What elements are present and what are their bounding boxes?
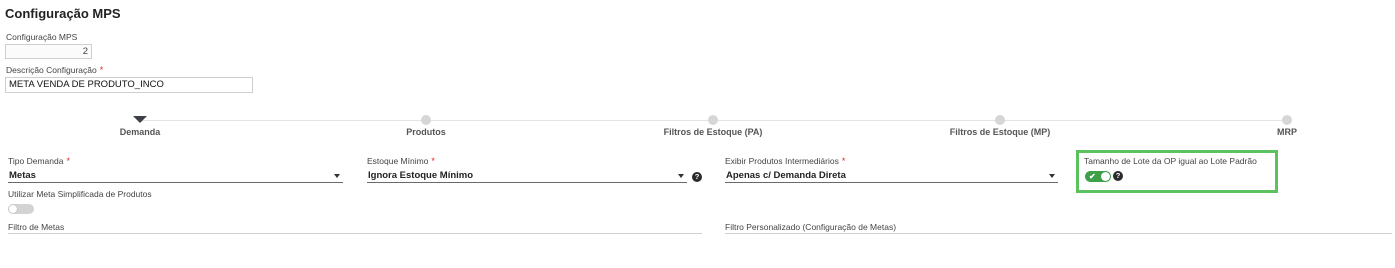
step-dot-filtros-mp[interactable] <box>995 115 1005 125</box>
step-filtros-mp[interactable]: Filtros de Estoque (MP) <box>950 127 1051 137</box>
tamanho-lote-label: Tamanho de Lote da OP igual ao Lote Padr… <box>1084 156 1257 166</box>
required-mark: * <box>431 156 435 166</box>
step-filtros-pa[interactable]: Filtros de Estoque (PA) <box>664 127 763 137</box>
tamanho-lote-toggle[interactable]: ✔ <box>1085 171 1111 182</box>
help-icon[interactable]: ? <box>1113 171 1123 181</box>
filtro-metas-input[interactable] <box>8 233 702 234</box>
tipo-demanda-select[interactable]: Metas <box>8 169 343 183</box>
step-demanda[interactable]: Demanda <box>120 127 161 137</box>
config-mps-label: Configuração MPS <box>6 32 78 42</box>
estoque-minimo-label: Estoque Mínimo * <box>367 156 435 166</box>
exibir-intermediarios-value: Apenas c/ Demanda Direta <box>726 170 846 181</box>
chevron-down-icon <box>334 174 340 178</box>
filtro-metas-label: Filtro de Metas <box>8 222 65 232</box>
description-label-text: Descrição Configuração <box>6 65 97 75</box>
page-title: Configuração MPS <box>5 6 121 21</box>
estoque-minimo-value: Ignora Estoque Mínimo <box>368 170 474 181</box>
exibir-intermediarios-label-text: Exibir Produtos Intermediários <box>725 156 839 166</box>
step-dot-filtros-pa[interactable] <box>708 115 718 125</box>
toggle-knob <box>1101 172 1110 181</box>
tipo-demanda-label-text: Tipo Demanda <box>8 156 64 166</box>
estoque-minimo-label-text: Estoque Mínimo <box>367 156 429 166</box>
required-mark: * <box>841 156 846 166</box>
filtro-personalizado-label: Filtro Personalizado (Configuração de Me… <box>725 222 897 232</box>
toggle-knob <box>9 205 17 213</box>
estoque-minimo-select[interactable]: Ignora Estoque Mínimo <box>367 169 687 183</box>
step-mrp[interactable]: MRP <box>1277 127 1297 137</box>
required-mark: * <box>99 65 104 75</box>
exibir-intermediarios-select[interactable]: Apenas c/ Demanda Direta <box>725 169 1058 183</box>
step-active-indicator <box>133 116 147 123</box>
help-icon[interactable]: ? <box>692 172 702 182</box>
description-label: Descrição Configuração * <box>6 65 103 75</box>
meta-simplificada-toggle[interactable] <box>8 204 34 214</box>
required-mark: * <box>66 156 70 166</box>
meta-simplificada-label: Utilizar Meta Simplificada de Produtos <box>8 189 152 199</box>
step-produtos[interactable]: Produtos <box>406 127 446 137</box>
chevron-down-icon <box>1049 174 1055 178</box>
step-dot-mrp[interactable] <box>1282 115 1292 125</box>
description-input[interactable]: META VENDA DE PRODUTO_INCO <box>5 77 253 93</box>
tipo-demanda-label: Tipo Demanda * <box>8 156 70 166</box>
tipo-demanda-value: Metas <box>9 170 36 181</box>
step-dot-produtos[interactable] <box>421 115 431 125</box>
filtro-personalizado-input[interactable] <box>725 233 1392 234</box>
exibir-intermediarios-label: Exibir Produtos Intermediários * <box>725 156 845 166</box>
config-mps-field: 2 <box>5 44 92 59</box>
check-icon: ✔ <box>1089 172 1096 181</box>
chevron-down-icon <box>678 174 684 178</box>
